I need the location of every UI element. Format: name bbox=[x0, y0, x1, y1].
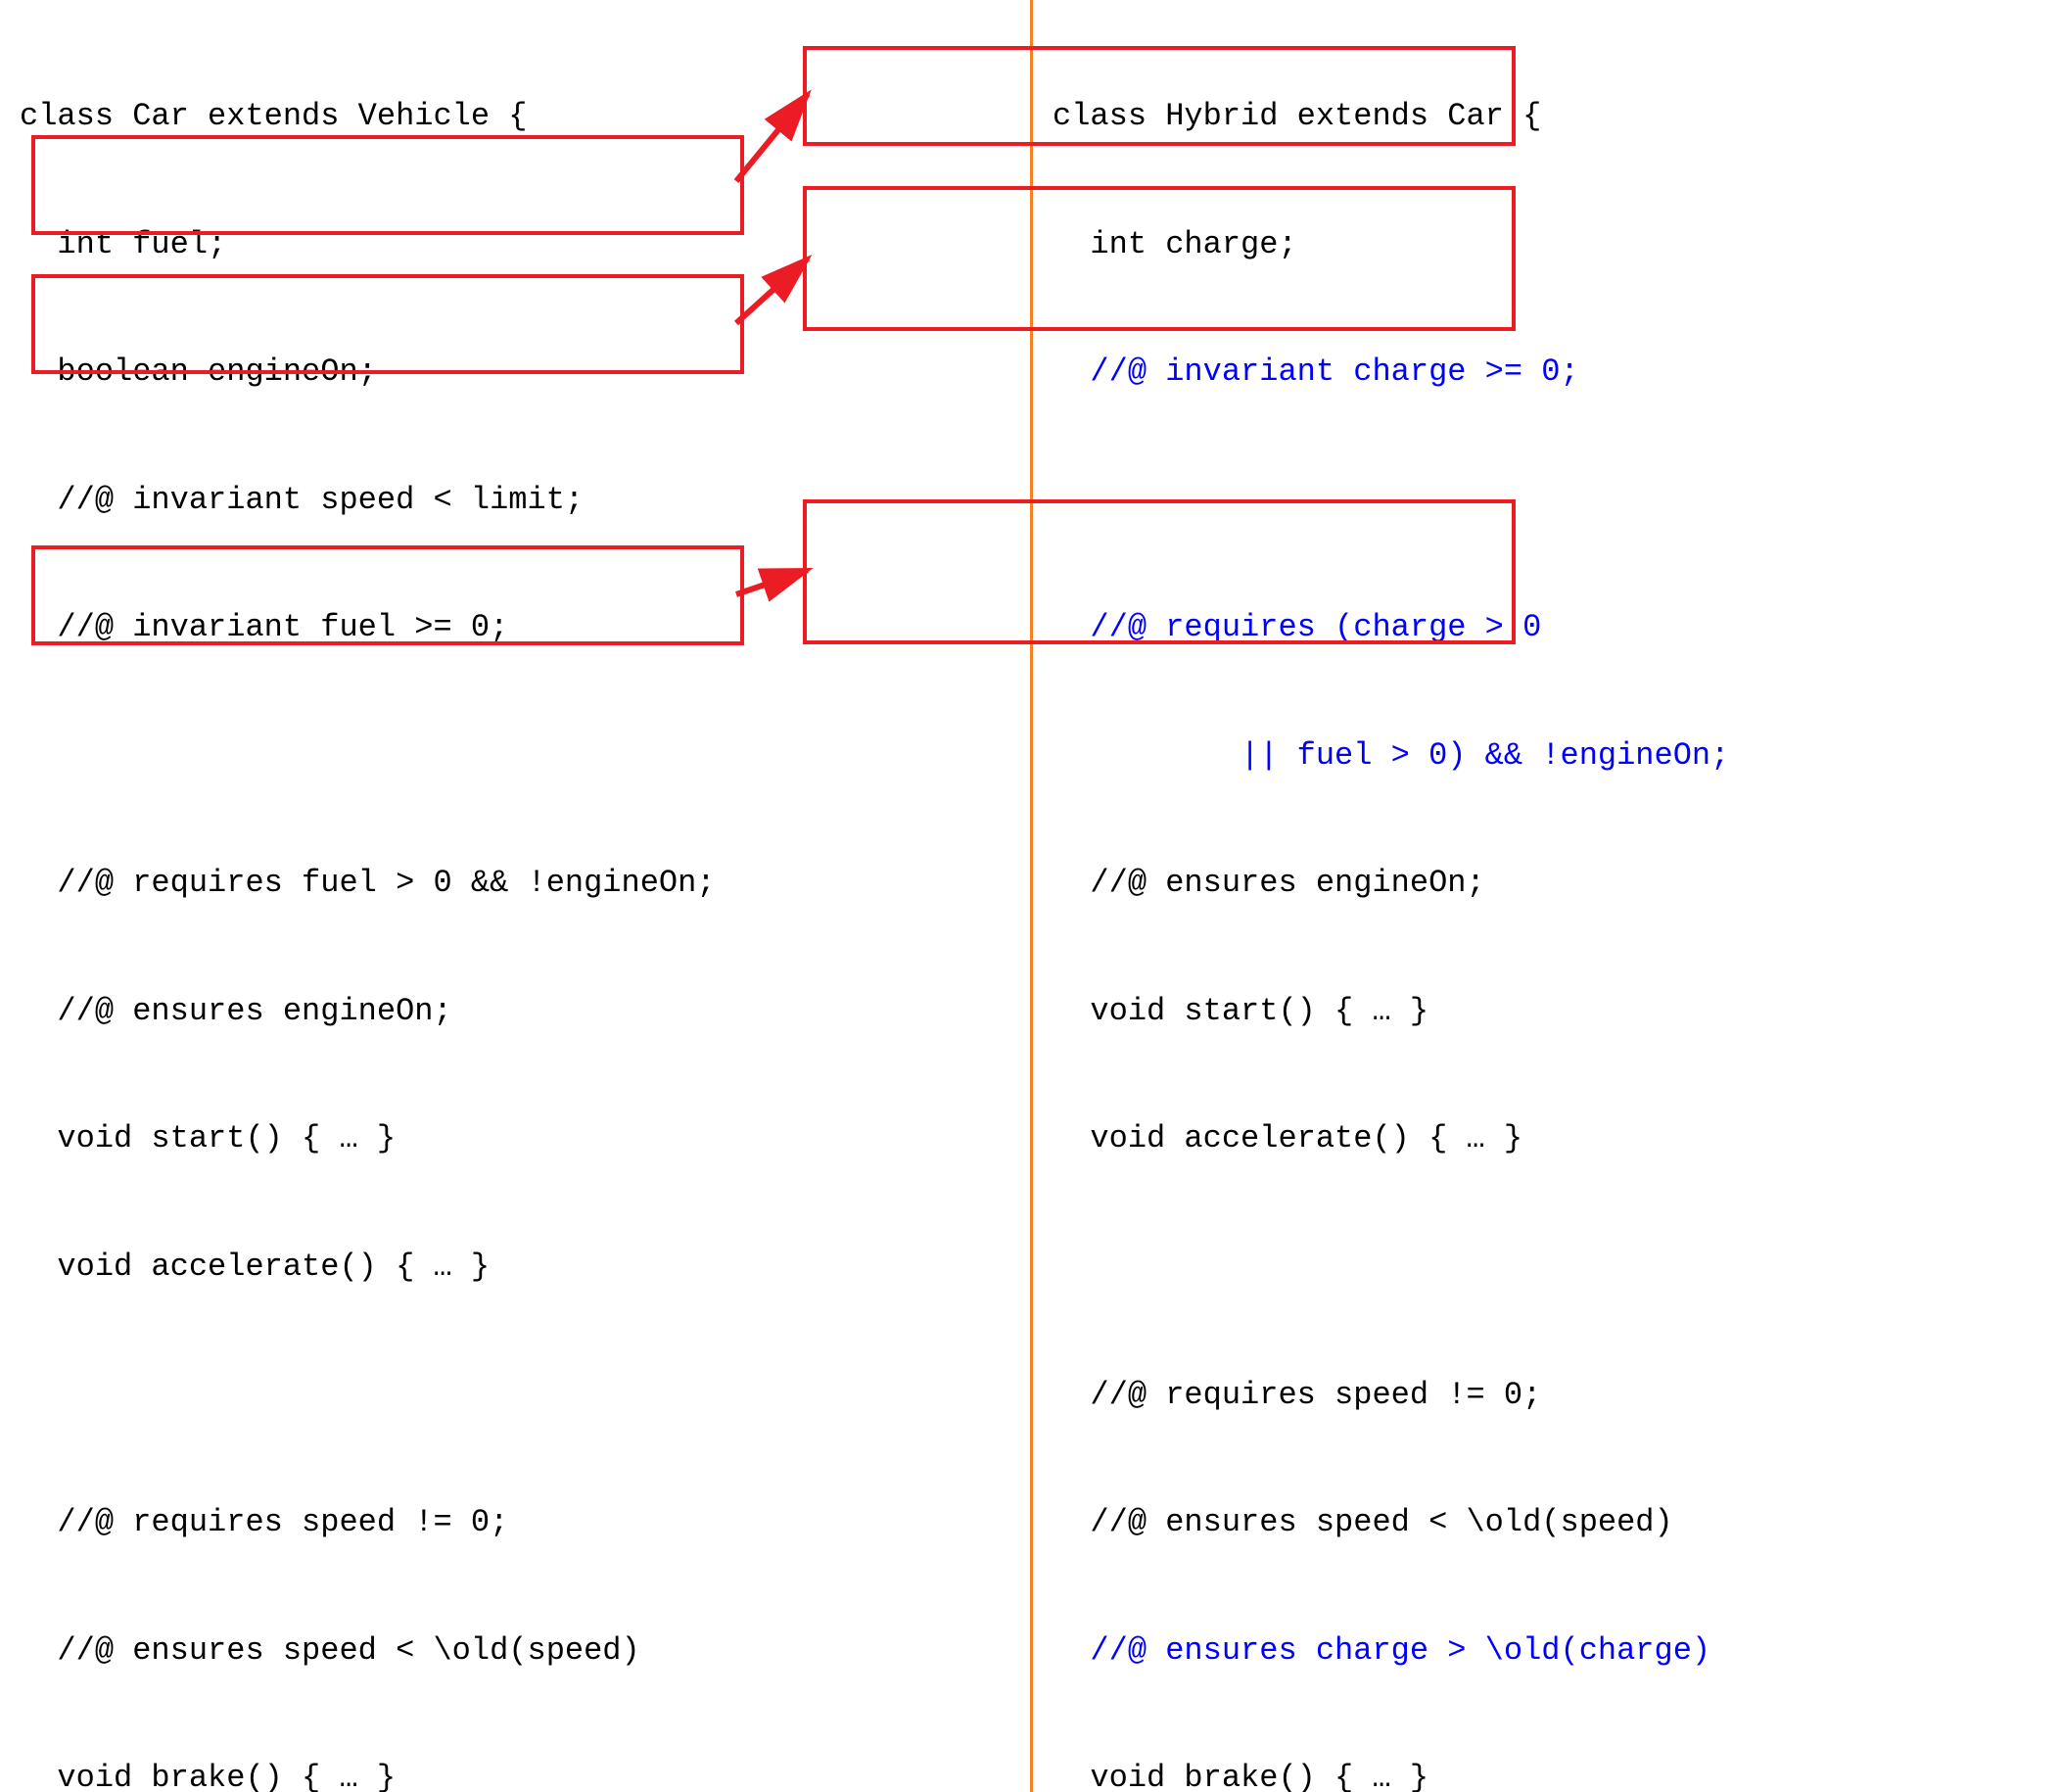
code-line: //@ ensures charge > \old(charge) bbox=[1053, 1629, 2040, 1673]
right-code-column: class Hybrid extends Car { int charge; /… bbox=[1030, 0, 2060, 1792]
code-blank bbox=[1053, 479, 2040, 522]
code-line: void start() { … } bbox=[1053, 990, 2040, 1033]
code-line: boolean engineOn; bbox=[20, 351, 1010, 394]
code-line: class Car extends Vehicle { bbox=[20, 95, 1010, 138]
code-line: //@ invariant charge >= 0; bbox=[1053, 351, 2040, 394]
code-line: void start() { … } bbox=[20, 1117, 1010, 1160]
code-blank bbox=[20, 734, 1010, 778]
left-code-column: class Car extends Vehicle { int fuel; bo… bbox=[0, 0, 1030, 1792]
code-line: void accelerate() { … } bbox=[1053, 1117, 2040, 1160]
code-line: void brake() { … } bbox=[20, 1757, 1010, 1792]
code-line: //@ ensures engineOn; bbox=[20, 990, 1010, 1033]
code-line: void brake() { … } bbox=[1053, 1757, 2040, 1792]
code-line: //@ ensures speed < \old(speed) bbox=[1053, 1501, 2040, 1544]
code-line: || fuel > 0) && !engineOn; bbox=[1053, 734, 2040, 778]
code-line: int fuel; bbox=[20, 223, 1010, 266]
code-line: //@ requires fuel > 0 && !engineOn; bbox=[20, 862, 1010, 905]
code-line: //@ invariant fuel >= 0; bbox=[20, 606, 1010, 649]
code-line: class Hybrid extends Car { bbox=[1053, 95, 2040, 138]
code-comparison-diagram: class Car extends Vehicle { int fuel; bo… bbox=[0, 0, 2060, 1792]
code-line: //@ requires speed != 0; bbox=[1053, 1374, 2040, 1417]
code-line: //@ requires (charge > 0 bbox=[1053, 606, 2040, 649]
code-line: //@ ensures speed < \old(speed) bbox=[20, 1629, 1010, 1673]
code-line: //@ requires speed != 0; bbox=[20, 1501, 1010, 1544]
code-line: int charge; bbox=[1053, 223, 2040, 266]
code-line: //@ ensures engineOn; bbox=[1053, 862, 2040, 905]
code-line: void accelerate() { … } bbox=[20, 1246, 1010, 1289]
code-blank bbox=[1053, 1246, 2040, 1289]
code-blank bbox=[20, 1374, 1010, 1417]
code-line: //@ invariant speed < limit; bbox=[20, 479, 1010, 522]
